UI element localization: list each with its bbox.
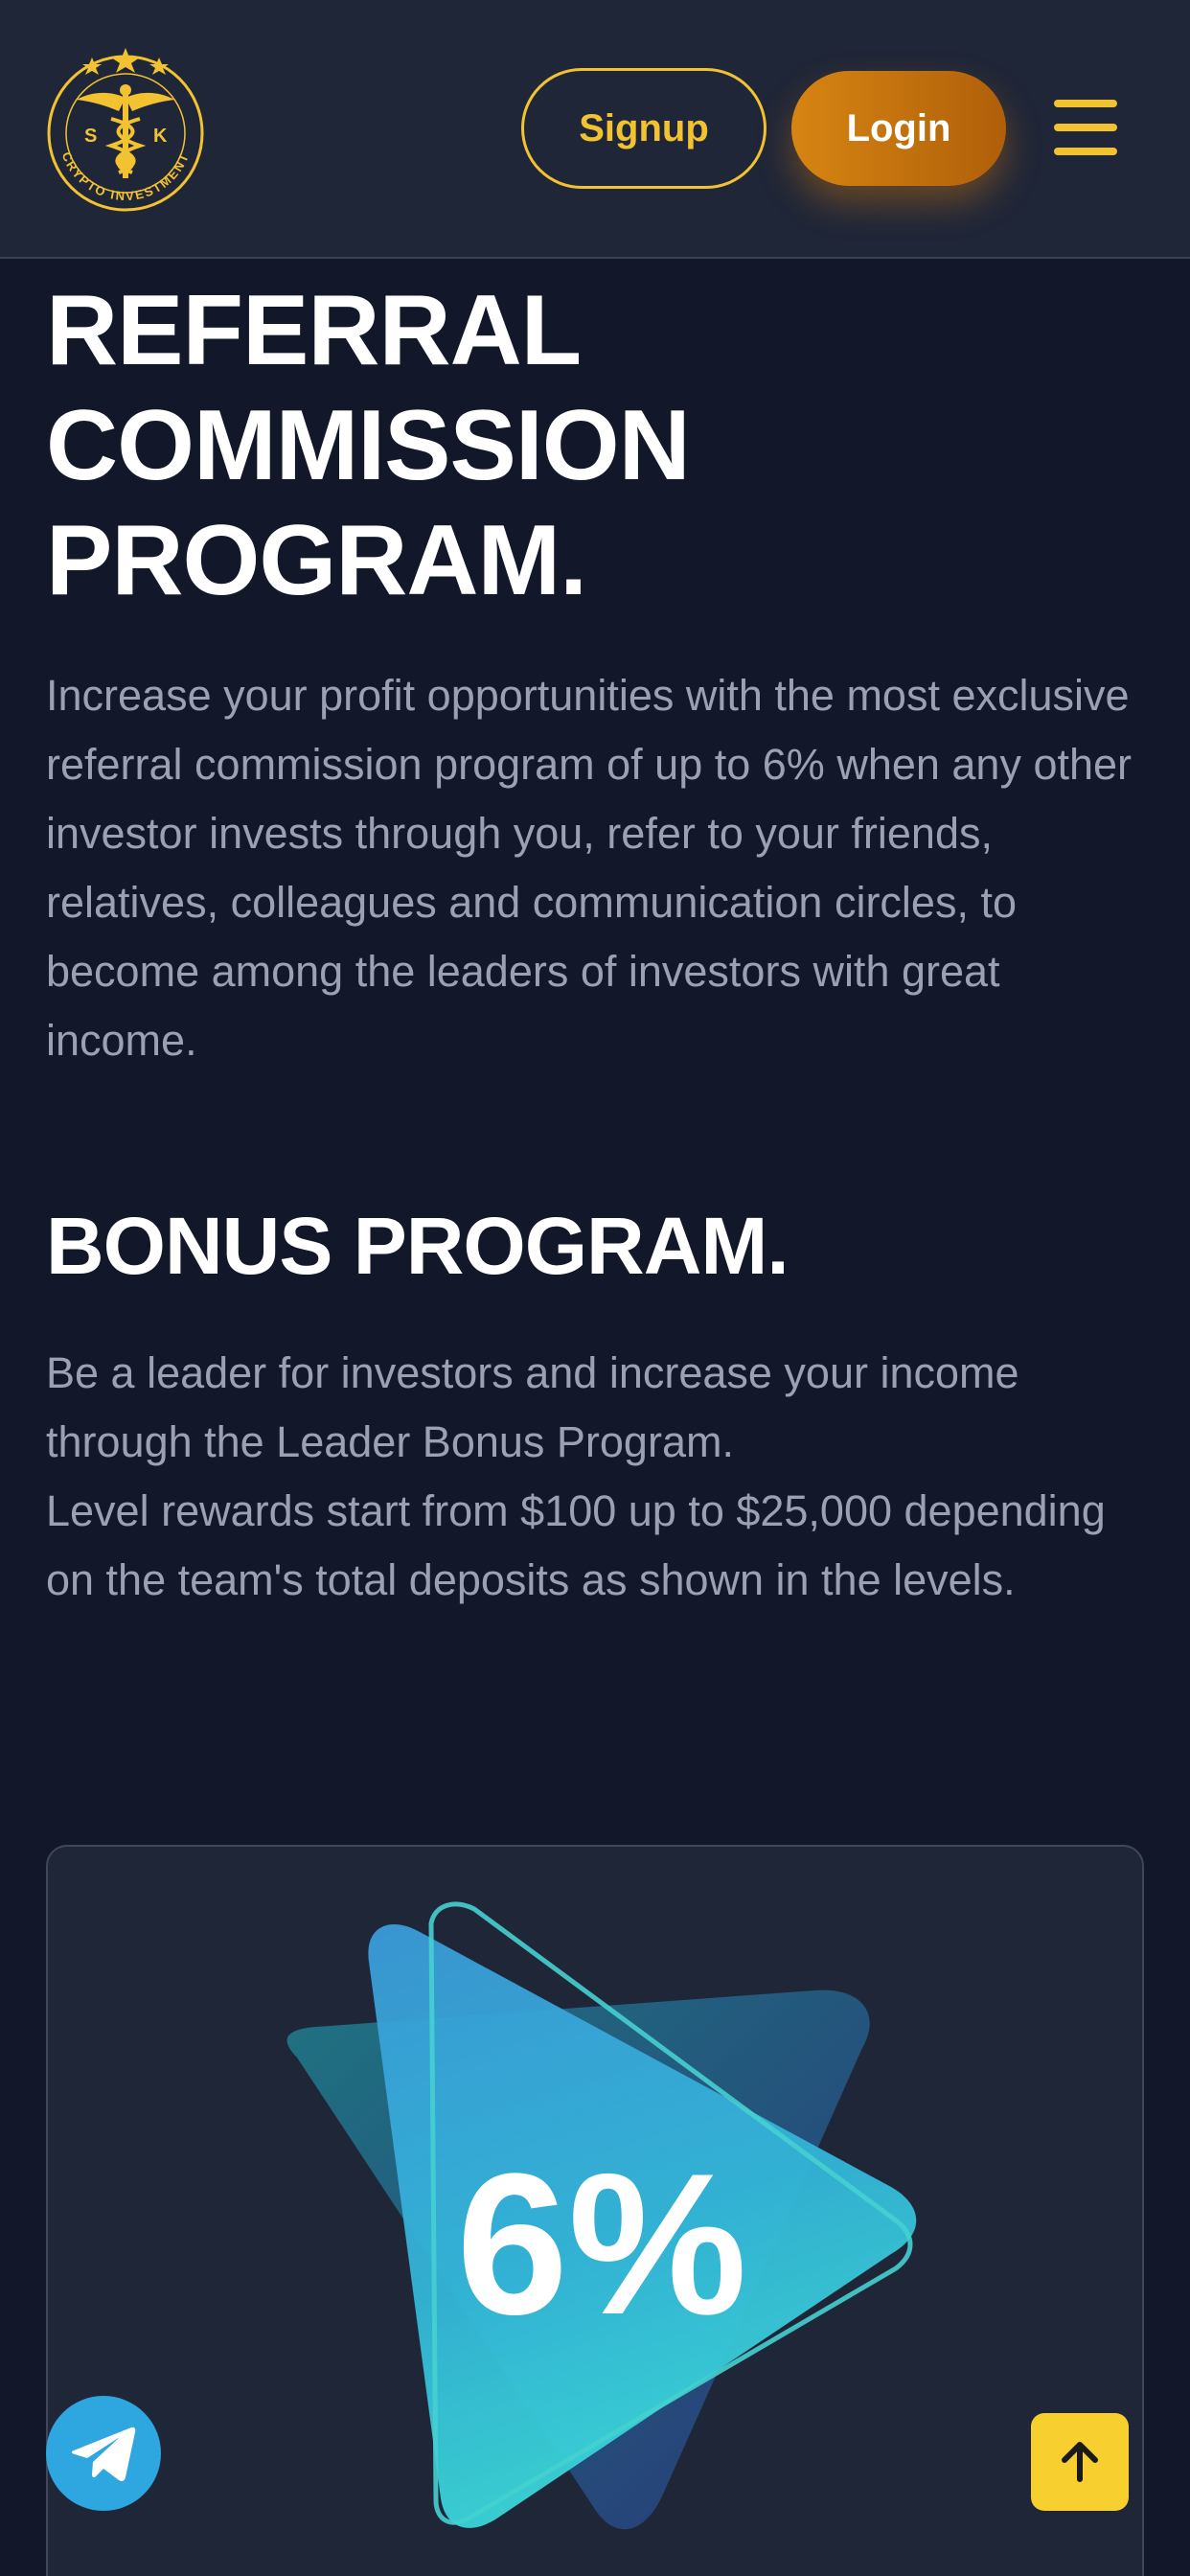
commission-card: 6%: [46, 1845, 1144, 2576]
top-navbar: S K CRYPTO INVESTMENT Signup Login: [0, 0, 1190, 259]
brand-logo[interactable]: S K CRYPTO INVESTMENT: [42, 42, 209, 215]
page: S K CRYPTO INVESTMENT Signup Login REFER…: [0, 0, 1190, 2576]
svg-text:K: K: [153, 126, 168, 147]
referral-title: REFERRAL COMMISSION PROGRAM.: [46, 275, 691, 616]
commission-percent: 6%: [456, 2131, 747, 2357]
login-button[interactable]: Login: [791, 71, 1006, 186]
bonus-description-2: Level rewards start from $100 up to $25,…: [46, 1486, 1106, 1604]
referral-description: Increase your profit opportunities with …: [46, 671, 1133, 1065]
bonus-title: BONUS PROGRAM.: [46, 1201, 790, 1291]
hamburger-menu-icon[interactable]: [1054, 100, 1117, 155]
bonus-description-1: Be a leader for investors and increase y…: [46, 1348, 1019, 1466]
arrow-up-icon: [1062, 2442, 1098, 2482]
svg-text:S: S: [84, 126, 97, 147]
telegram-button[interactable]: [46, 2396, 161, 2511]
signup-button[interactable]: Signup: [521, 68, 767, 189]
caduceus-logo-icon: S K CRYPTO INVESTMENT: [47, 48, 204, 212]
scroll-to-top-button[interactable]: [1031, 2413, 1129, 2511]
telegram-icon: [71, 2426, 136, 2481]
